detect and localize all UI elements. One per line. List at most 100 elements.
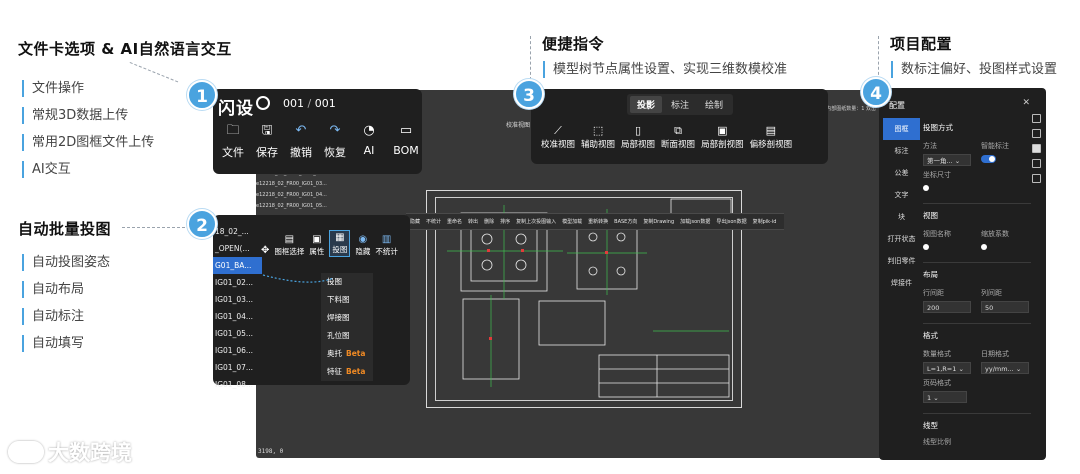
ribbon-item[interactable]: 隐藏 — [410, 218, 420, 225]
part-list-item[interactable]: IG01_07... — [213, 359, 262, 376]
layer-icon[interactable] — [1032, 174, 1041, 183]
section-view-button[interactable]: ⧉ 断面视图 — [661, 123, 695, 150]
smart-annotation-toggle[interactable] — [981, 155, 996, 163]
view-name-radio[interactable] — [923, 244, 929, 250]
config-field: 行间距 200 — [923, 288, 971, 313]
ribbon-item[interactable]: 加载json数据 — [680, 218, 710, 225]
offset-section-icon: ▤ — [765, 124, 777, 137]
config-field: 日期格式 yy/mm... ⌄ — [981, 349, 1029, 374]
aux-view-label: 辅助视图 — [581, 140, 616, 150]
menu-item-hole[interactable]: 孔位图 — [321, 327, 373, 345]
ribbon-item[interactable]: 模型加载 — [562, 218, 582, 225]
method-label: 方法 — [923, 142, 937, 150]
config-body: 投图方式 方法 第一角... ⌄ 智能标注 坐标尺寸 视图 视图名称 缩放系数 … — [923, 116, 1031, 447]
tab-projection[interactable]: 投影 — [630, 96, 663, 113]
page-format-value: 1 — [927, 394, 932, 402]
offset-section-button[interactable]: ▤ 偏移剖视图 — [750, 123, 793, 150]
section-view-label: 断面视图 — [661, 140, 696, 150]
property-icon: ▣ — [312, 234, 322, 245]
section1-item: 常用2D图框文件上传 — [22, 134, 154, 151]
section1-heading: 文件卡选项 & AI自然语言交互 — [18, 40, 232, 58]
calibrate-toolbar-label[interactable]: 校准视图 — [506, 120, 530, 129]
save-button[interactable]: 🖫 保存 — [250, 122, 284, 160]
step-badge-4: 4 — [861, 77, 891, 107]
undo-button[interactable]: ↶ 撤销 — [284, 122, 318, 160]
scale-radio[interactable] — [981, 244, 987, 250]
quick-tabs: 投影 标注 绘制 — [627, 94, 734, 115]
config-nav-annotation[interactable]: 标注 — [883, 140, 920, 162]
file-button[interactable]: 🗀 文件 — [216, 122, 250, 160]
redo-icon: ↷ — [329, 123, 341, 138]
part-list-item[interactable]: IG01_05... — [213, 325, 262, 342]
config-field: 方法 第一角... ⌄ — [923, 141, 971, 166]
config-nav-old-parts[interactable]: 判旧零件 — [883, 250, 920, 272]
step-badge-3: 3 — [514, 79, 544, 109]
config-nav-tolerance[interactable]: 公差 — [883, 162, 920, 184]
ai-button[interactable]: ◔ AI — [352, 122, 386, 160]
gear-icon[interactable] — [256, 96, 270, 110]
app-title: 闪设 — [218, 99, 254, 119]
col-gap-input[interactable]: 50 — [981, 301, 1029, 313]
coord-dim-radio[interactable] — [923, 185, 929, 191]
ribbon-item[interactable]: 重新转换 — [588, 218, 608, 225]
ai-icon: ◔ — [363, 123, 375, 138]
section3-leader — [530, 36, 531, 80]
row-gap-input[interactable]: 200 — [923, 301, 971, 313]
ribbon-item[interactable]: 复制上次投图输入 — [516, 218, 556, 225]
menu-item-label: 焊接图 — [327, 313, 350, 322]
no-stat-label: 不统计 — [375, 247, 398, 256]
ribbon-item[interactable]: 复制pik-id — [753, 218, 777, 225]
part-list-item[interactable]: 18_02_... — [213, 223, 262, 240]
calibrate-view-button[interactable]: ⟋ 校准视图 — [541, 123, 575, 150]
ribbon-item[interactable]: 复制Drawing — [643, 218, 674, 225]
config-field: 智能标注 — [981, 141, 1029, 166]
config-nav-welding[interactable]: 焊接件 — [883, 272, 920, 294]
config-nav-block[interactable]: 块 — [883, 206, 920, 228]
redo-button[interactable]: ↷ 恢复 — [318, 122, 352, 160]
config-nav-frame[interactable]: 图框 — [883, 118, 920, 140]
aux-view-button[interactable]: ⬚ 辅助视图 — [581, 123, 615, 150]
ribbon-item[interactable]: 删除 — [484, 218, 494, 225]
config-nav-open-state[interactable]: 打开状态 — [883, 228, 920, 250]
offset-section-label: 偏移剖视图 — [749, 140, 793, 150]
partial-section-button[interactable]: ▣ 局部剖视图 — [701, 123, 744, 150]
bom-button[interactable]: ▭ BOM — [386, 122, 426, 160]
view-name-label: 视图名称 — [923, 230, 951, 238]
ribbon-item[interactable]: 重命名 — [447, 218, 462, 225]
cube-icon[interactable] — [1032, 144, 1041, 153]
close-icon[interactable]: ✕ — [1022, 98, 1030, 108]
num-format-select[interactable]: L=1,R=1 ⌄ — [923, 362, 971, 374]
doc-icon[interactable] — [1032, 114, 1041, 123]
page-format-select[interactable]: 1 ⌄ — [923, 391, 967, 403]
num-format-value: L=1,R=1 — [927, 365, 957, 373]
menu-item-welding[interactable]: 焊接图 — [321, 309, 373, 327]
smart-annotation-label: 智能标注 — [981, 142, 1009, 150]
date-format-select[interactable]: yy/mm... ⌄ — [981, 362, 1029, 374]
frame-icon[interactable] — [1032, 159, 1041, 168]
page-format-label: 页码格式 — [923, 379, 951, 387]
menu-item-feature[interactable]: 特征 Beta — [321, 363, 373, 381]
partial-section-label: 局部剖视图 — [701, 140, 744, 150]
page-separator: / — [307, 97, 312, 110]
partial-view-label: 局部视图 — [621, 140, 656, 150]
ribbon-item[interactable]: 导出json数据 — [716, 218, 746, 225]
tab-annotation[interactable]: 标注 — [664, 96, 696, 113]
part-list-item[interactable]: IG01_06... — [213, 342, 262, 359]
config-nav-text[interactable]: 文字 — [883, 184, 920, 206]
partial-view-button[interactable]: ▯ 局部视图 — [621, 123, 655, 150]
part-list-item[interactable]: IG01_08... — [213, 376, 262, 393]
side-icon-bar — [1032, 114, 1043, 183]
file-list-item[interactable]: e12218_02_FR00_IG01_03... — [256, 179, 336, 190]
method-select[interactable]: 第一角... ⌄ — [923, 154, 971, 166]
file-list-item[interactable]: e12218_02_FR00_IG01_04... — [256, 190, 336, 201]
file-list-item[interactable]: e12218_02_FR00_IG01_05... — [256, 201, 336, 212]
ribbon-item[interactable]: BASE方向 — [614, 218, 637, 225]
ribbon-item[interactable]: 不统计 — [426, 218, 441, 225]
ribbon-item[interactable]: 转出 — [468, 218, 478, 225]
no-stat-button[interactable]: ▥ 不统计 — [375, 234, 398, 257]
target-icon[interactable] — [1032, 129, 1041, 138]
tab-draw[interactable]: 绘制 — [698, 96, 730, 113]
menu-item-aotuo[interactable]: 奥托 Beta — [321, 345, 373, 363]
hide-button[interactable]: ◉ 隐藏 — [355, 234, 370, 257]
ribbon-item[interactable]: 排序 — [500, 218, 510, 225]
